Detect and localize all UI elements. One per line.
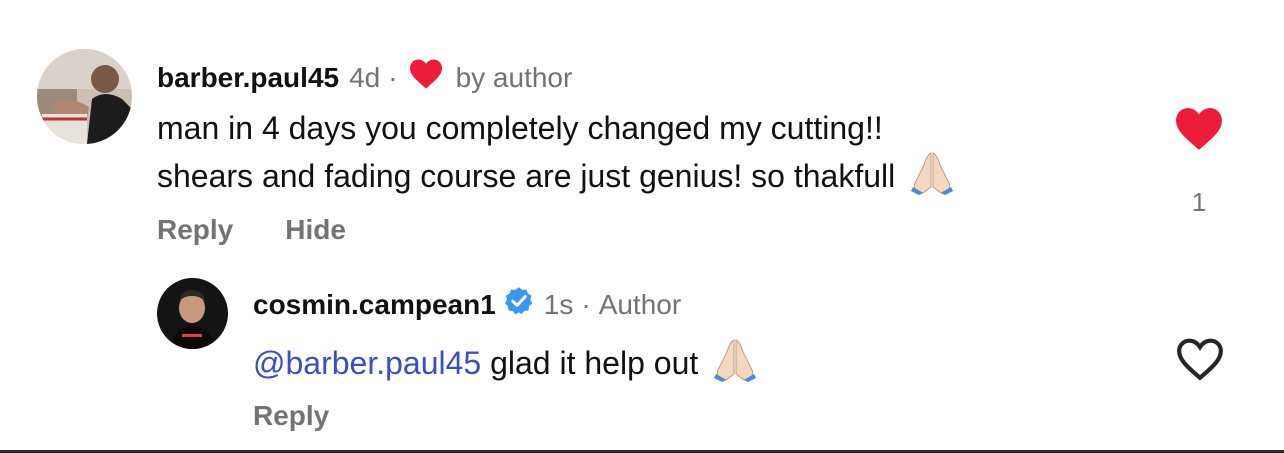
heart-filled-icon: [408, 58, 444, 98]
comment-text: @barber.paul45 glad it help out: [253, 336, 758, 392]
folded-hands-emoji-icon: [712, 336, 758, 392]
like-count: 1: [1191, 187, 1207, 217]
timestamp: 4d: [349, 62, 381, 93]
liked-by-author-label: by author: [455, 62, 573, 93]
comment-actions: Reply Hide: [157, 214, 346, 246]
author-label: Author: [598, 289, 682, 320]
heart-outline-icon: [1175, 338, 1225, 386]
heart-filled-icon: [1174, 108, 1224, 156]
mention-link[interactable]: @barber.paul45: [253, 345, 481, 381]
verified-badge-icon: [504, 286, 534, 324]
timestamp: 1s: [543, 289, 574, 320]
comment-text-line: shears and fading course are just genius…: [157, 158, 896, 194]
reply-button[interactable]: Reply: [157, 214, 233, 246]
hide-button[interactable]: Hide: [285, 214, 346, 246]
avatar[interactable]: [157, 278, 228, 349]
comment-actions: Reply: [253, 400, 329, 432]
comment-text-body: glad it help out: [490, 345, 699, 381]
like-button[interactable]: [1175, 336, 1225, 387]
reply-button[interactable]: Reply: [253, 400, 329, 432]
username[interactable]: barber.paul45: [157, 61, 339, 95]
avatar[interactable]: [37, 49, 132, 144]
comment-meta: cosmin.campean1 1s · Author: [253, 286, 681, 324]
folded-hands-emoji-icon: [909, 149, 955, 205]
comment-text: man in 4 days you completely changed my …: [157, 108, 955, 205]
like-button[interactable]: [1174, 106, 1224, 157]
comment-meta: barber.paul45 4d · by author: [157, 58, 572, 98]
comment-text-line: man in 4 days you completely changed my …: [157, 110, 883, 146]
comment-text-line-2: shears and fading course are just genius…: [157, 149, 955, 205]
separator: ·: [388, 62, 398, 93]
username[interactable]: cosmin.campean1: [253, 288, 496, 322]
separator: ·: [581, 289, 591, 320]
